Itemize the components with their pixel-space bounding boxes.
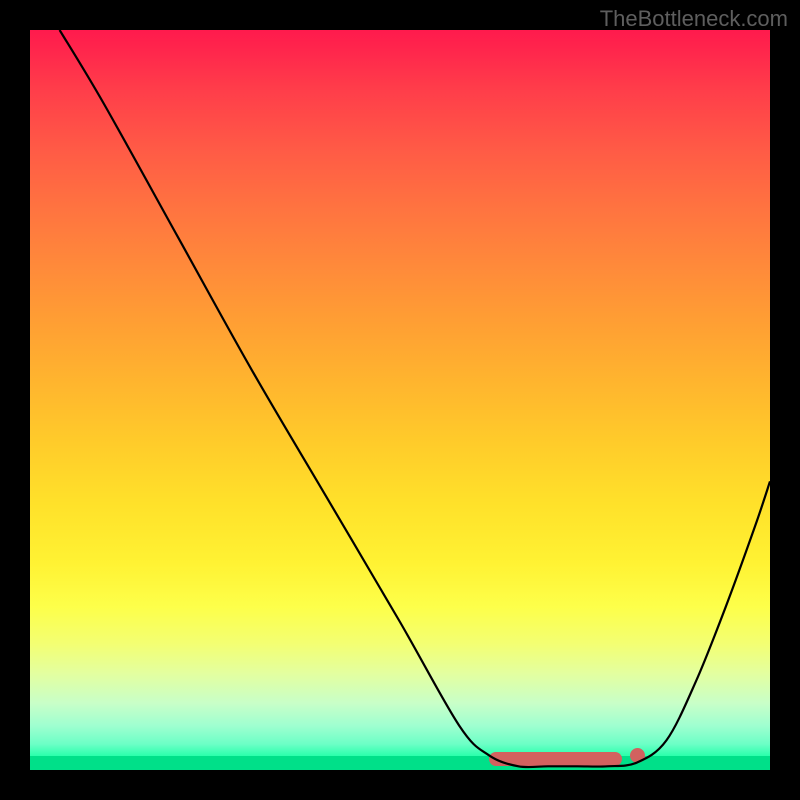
plot-area <box>30 30 770 770</box>
watermark-text: TheBottleneck.com <box>600 6 788 32</box>
bottleneck-curve <box>30 30 770 770</box>
